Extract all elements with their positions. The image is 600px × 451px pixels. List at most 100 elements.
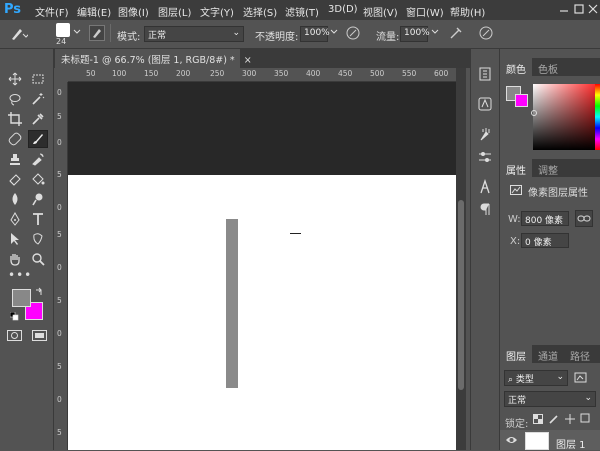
airbrush-icon[interactable] — [448, 25, 464, 41]
type-tool-icon[interactable] — [28, 210, 48, 228]
paint-bucket-icon[interactable] — [28, 170, 48, 188]
document-canvas[interactable] — [68, 175, 456, 450]
opacity-input[interactable]: 100% — [300, 26, 330, 42]
move-tool-icon[interactable] — [5, 70, 25, 88]
history-panel-icon[interactable] — [476, 65, 494, 83]
eye-visibility-icon[interactable] — [505, 435, 518, 445]
menu-select[interactable]: 选择(S) — [243, 4, 277, 19]
pen-tool-icon[interactable] — [5, 210, 25, 228]
brush-tool-icon[interactable] — [28, 130, 48, 148]
screen-mode-icon[interactable] — [32, 330, 47, 341]
custom-shape-icon[interactable] — [28, 230, 48, 248]
brush-preview[interactable] — [56, 23, 70, 37]
default-colors-icon[interactable] — [9, 311, 19, 321]
tab-swatches[interactable]: 色板 — [532, 58, 564, 76]
ruler-origin[interactable] — [54, 68, 68, 82]
layer-name[interactable]: 图层 1 — [556, 436, 586, 451]
width-input[interactable]: 800 像素 — [521, 211, 569, 226]
horizontal-ruler[interactable]: 50 100 150 200 250 300 350 400 450 500 5… — [68, 68, 456, 82]
menu-window[interactable]: 窗口(W) — [406, 4, 444, 19]
foreground-color-swatch-top[interactable] — [12, 289, 31, 307]
tab-channels[interactable]: 通道 — [532, 345, 564, 363]
tab-paths[interactable]: 路径 — [564, 345, 596, 363]
kind-filter-value: 类型 — [515, 375, 534, 385]
lock-artboard-icon[interactable] — [580, 413, 590, 424]
path-selection-icon[interactable] — [5, 230, 25, 248]
color-picker-field[interactable] — [533, 84, 600, 150]
pressure-size-icon[interactable] — [478, 25, 494, 41]
quick-mask-icon[interactable] — [7, 330, 22, 341]
blend-mode-value: 正常 — [508, 396, 527, 406]
lock-position-icon[interactable] — [565, 414, 575, 424]
pressure-opacity-icon[interactable] — [345, 25, 361, 41]
magic-wand-icon[interactable] — [28, 90, 48, 108]
tab-layers[interactable]: 图层 — [500, 345, 532, 363]
chevron-down-icon[interactable] — [330, 28, 338, 36]
hue-slider[interactable] — [595, 84, 600, 150]
flow-input[interactable]: 100% — [400, 26, 430, 42]
mode-select[interactable]: 正常 ⌄ — [144, 26, 244, 42]
swap-colors-icon[interactable] — [34, 287, 44, 297]
brush-panel-icon[interactable] — [89, 25, 105, 41]
menu-edit[interactable]: 编辑(E) — [77, 4, 111, 19]
search-icon: ⌕ — [508, 375, 514, 385]
document-title: 未标题-1 @ 66.7% (图层 1, RGB/8#) * — [61, 55, 235, 66]
layer-thumbnail — [525, 432, 549, 450]
lasso-tool-icon[interactable] — [5, 90, 25, 108]
menu-layer[interactable]: 图层(L) — [158, 4, 191, 19]
zoom-tool-icon[interactable] — [28, 250, 48, 268]
x-input[interactable]: 0 像素 — [521, 233, 569, 248]
layer-kind-filter[interactable]: ⌕ 类型 ⌄ — [504, 370, 568, 386]
tab-properties[interactable]: 属性 — [500, 159, 532, 177]
character-style-icon[interactable] — [476, 95, 494, 113]
menu-filter[interactable]: 滤镜(T) — [285, 4, 319, 19]
menu-view[interactable]: 视图(V) — [363, 4, 398, 19]
ruler-tick: 550 — [402, 69, 417, 78]
hand-tool-icon[interactable] — [5, 250, 25, 268]
lock-pixels-icon[interactable] — [549, 414, 559, 424]
character-panel-icon[interactable] — [476, 178, 494, 196]
close-tab-icon[interactable]: × — [244, 55, 252, 66]
scrollbar-thumb[interactable] — [458, 200, 464, 390]
eyedropper-icon[interactable] — [28, 110, 48, 128]
maximize-icon[interactable] — [573, 3, 585, 15]
history-brush-icon[interactable] — [28, 150, 48, 168]
app-logo: Ps — [4, 2, 22, 17]
width-label: W: — [508, 214, 521, 225]
ruler-tick: 0 — [57, 395, 62, 404]
close-window-icon[interactable] — [587, 3, 599, 15]
menu-3d[interactable]: 3D(D) — [328, 4, 358, 15]
eraser-tool-icon[interactable] — [5, 170, 25, 188]
menu-file[interactable]: 文件(F) — [35, 4, 69, 19]
lock-transparent-icon[interactable] — [533, 414, 543, 424]
ruler-tick: 5 — [57, 296, 62, 305]
panel-background-swatch[interactable] — [515, 94, 528, 107]
blend-mode-select[interactable]: 正常 ⌄ — [504, 391, 596, 407]
healing-brush-icon[interactable] — [5, 130, 25, 148]
brush-settings-icon[interactable] — [476, 125, 494, 143]
tab-adjustments[interactable]: 调整 — [532, 159, 564, 177]
menu-type[interactable]: 文字(Y) — [200, 4, 234, 19]
filter-pixel-icon[interactable] — [574, 372, 588, 384]
menu-help[interactable]: 帮助(H) — [450, 4, 485, 19]
dodge-tool-icon[interactable] — [28, 190, 48, 208]
ruler-tick: 100 — [112, 69, 127, 78]
brush-tool-preset-icon[interactable] — [8, 25, 30, 43]
menu-image[interactable]: 图像(I) — [118, 4, 149, 19]
chevron-down-icon[interactable] — [73, 28, 81, 36]
paragraph-panel-icon[interactable] — [476, 200, 494, 218]
marquee-tool-icon[interactable] — [28, 70, 48, 88]
clone-stamp-icon[interactable] — [5, 150, 25, 168]
chevron-down-icon: ⌄ — [584, 393, 592, 403]
more-tools-icon[interactable]: ••• — [8, 268, 32, 282]
crop-tool-icon[interactable] — [5, 110, 25, 128]
adjustments-sliders-icon[interactable] — [476, 148, 494, 166]
document-tab[interactable]: 未标题-1 @ 66.7% (图层 1, RGB/8#) * × — [55, 49, 252, 68]
minimize-icon[interactable] — [558, 3, 570, 15]
ruler-tick: 250 — [210, 69, 225, 78]
link-icon[interactable] — [575, 210, 593, 227]
color-picker-marker[interactable] — [531, 110, 537, 116]
tab-color[interactable]: 颜色 — [500, 58, 532, 76]
blur-tool-icon[interactable] — [5, 190, 25, 208]
chevron-down-icon[interactable] — [431, 28, 439, 36]
